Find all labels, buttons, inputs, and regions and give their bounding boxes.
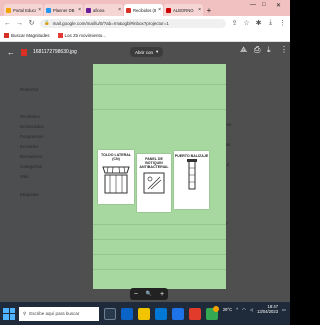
tab-favicon-icon	[86, 7, 91, 13]
chevron-down-icon: ▾	[156, 49, 159, 54]
bookmarks-bar: Buscar Magnitudes Los 25 movimiento...	[0, 30, 290, 42]
clock-date: 13/04/2023	[257, 309, 279, 315]
bookmark-favicon-icon	[4, 33, 9, 38]
system-tray: 29°C ^ ◠ ◁ 18:47 13/04/2023 ▭	[212, 304, 286, 314]
extensions-icon[interactable]: ✱	[255, 19, 262, 27]
forward-icon[interactable]: →	[16, 20, 23, 27]
weather-icon[interactable]	[212, 306, 219, 313]
print-icon[interactable]: ⎙	[254, 45, 260, 55]
more-options-icon[interactable]: ⋮	[280, 45, 288, 54]
new-tab-button[interactable]: +	[204, 4, 214, 16]
tab-gmail[interactable]: Recibidos (821) ×	[124, 4, 163, 16]
download-icon[interactable]: ⤓	[267, 45, 271, 55]
gmail-icon	[126, 7, 131, 13]
bookmark-favicon-icon	[57, 33, 63, 38]
tab-favicon-icon	[6, 7, 11, 13]
zoom-out-button[interactable]: −	[134, 291, 138, 298]
image-file-icon	[21, 48, 27, 56]
tab-label: Planner DB P.	[53, 7, 76, 13]
browser-tab-bar: Portal Educati × Planner DB P. × afiona …	[0, 0, 290, 16]
tab-planner[interactable]: Planner DB P. ×	[44, 4, 83, 16]
tab-label: Recibidos (821)	[133, 7, 157, 13]
menu-icon[interactable]: ⋮	[279, 19, 286, 27]
star-icon[interactable]: ☆	[243, 19, 250, 27]
window-close-icon[interactable]: ✕	[276, 2, 281, 9]
clock[interactable]: 18:47 13/04/2023	[257, 304, 278, 314]
tab-favicon-icon	[166, 7, 171, 13]
app-icon[interactable]	[189, 307, 201, 320]
zoom-in-button[interactable]: +	[160, 291, 164, 298]
zoom-icon[interactable]: 🔍	[146, 291, 152, 297]
reload-icon[interactable]: ↻	[28, 19, 35, 27]
tab-label: Portal Educati	[13, 7, 37, 13]
card-label: PANEL DE BOTIQUIN ANTIBACTERIAL	[139, 157, 169, 170]
file-explorer-icon[interactable]	[138, 307, 150, 320]
download-icon[interactable]: ⤓	[267, 19, 274, 27]
card-awning: TOLDO LATERAL (CN)	[98, 150, 134, 204]
back-icon[interactable]: ←	[4, 20, 11, 27]
card-medical: PANEL DE BOTIQUIN ANTIBACTERIAL	[137, 154, 171, 212]
close-icon[interactable]: ×	[38, 7, 41, 13]
chevron-up-icon[interactable]: ^	[236, 307, 238, 312]
temperature-text: 29°C	[222, 306, 233, 312]
maximize-icon[interactable]: □	[262, 2, 266, 8]
tab-afiona[interactable]: afiona ×	[84, 4, 123, 16]
share-icon[interactable]: ⇪	[231, 19, 238, 27]
card-label: TOLDO LATERAL (CN)	[100, 153, 131, 162]
search-placeholder: Escribe aquí para buscar	[29, 311, 80, 316]
wifi-icon[interactable]: ◠	[242, 307, 246, 312]
zoom-controls: − 🔍 +	[130, 288, 168, 300]
medical-sign-icon	[143, 172, 165, 194]
lock-icon: 🔒	[44, 20, 50, 25]
close-icon[interactable]: ×	[158, 7, 161, 13]
address-bar-row: ← → ↻ 🔒 mail.google.com/mail/u/0/?ab=rm&…	[0, 16, 290, 30]
url-field[interactable]: 🔒 mail.google.com/mail/u/0/?ab=rm&ogbl#i…	[40, 18, 226, 28]
tab-label: ALBORNO	[173, 7, 194, 13]
bookmark-item[interactable]: Los 25 movimiento...	[57, 33, 107, 38]
post-icon	[186, 159, 197, 190]
file-name: 1681172798630.jpg	[33, 49, 77, 55]
taskbar-search-field[interactable]: ⚲ Escribe aquí para buscar	[19, 306, 99, 321]
url-text: mail.google.com/mail/u/0/?ab=rm&ogbl#inb…	[52, 20, 169, 26]
photo-image: TOLDO LATERAL (CN) PANEL DE BOTIQUIN ANT…	[93, 64, 226, 289]
tab-favicon-icon	[46, 7, 51, 13]
word-icon[interactable]	[172, 307, 184, 320]
close-icon[interactable]: ×	[118, 7, 121, 13]
tab-label: afiona	[93, 7, 105, 13]
notifications-icon[interactable]: ▭	[282, 307, 286, 312]
bookmark-item[interactable]: Buscar Magnitudes	[4, 33, 50, 38]
task-view-icon[interactable]	[104, 307, 116, 320]
edge-icon[interactable]	[121, 307, 133, 320]
close-icon[interactable]: ×	[78, 7, 81, 13]
bookmark-label: Los 25 movimiento...	[64, 33, 107, 38]
open-with-label: Abrir con	[135, 49, 154, 55]
bookmark-label: Buscar Magnitudes	[11, 33, 50, 38]
close-icon[interactable]: ×	[198, 7, 201, 13]
awning-icon	[102, 166, 130, 194]
volume-icon[interactable]: ◁	[250, 307, 253, 312]
back-arrow-icon[interactable]: ←	[7, 48, 15, 57]
minimize-icon[interactable]: —	[250, 2, 256, 8]
open-with-button[interactable]: Abrir con ▾	[130, 47, 164, 57]
tab-portal[interactable]: Portal Educati ×	[4, 4, 43, 16]
windows-start-icon[interactable]	[3, 307, 15, 320]
tab-alborno[interactable]: ALBORNO ×	[164, 4, 203, 16]
search-icon: ⚲	[23, 310, 27, 316]
add-to-drive-icon[interactable]: ⟁	[240, 45, 247, 55]
store-icon[interactable]	[155, 307, 167, 320]
card-post: PUERTO BALIZAJE	[174, 151, 209, 209]
